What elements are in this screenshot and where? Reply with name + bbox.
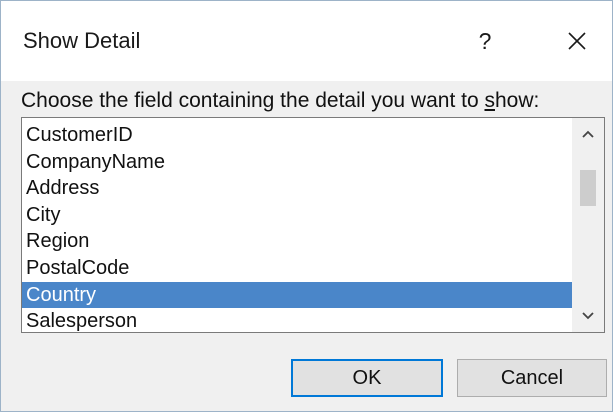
prompt-text: Choose the field containing the detail y… [21, 89, 485, 112]
chevron-up-icon [582, 130, 594, 138]
list-item[interactable]: CustomerID [22, 122, 572, 149]
prompt-accelerator: s [484, 89, 495, 112]
list-item[interactable]: CompanyName [22, 149, 572, 176]
scroll-up-button[interactable] [572, 118, 604, 150]
listbox-scrollbar[interactable] [572, 118, 604, 332]
cancel-button[interactable]: Cancel [457, 359, 607, 397]
field-listbox[interactable]: CustomerID CompanyName Address City Region Po… [21, 117, 605, 333]
field-prompt-label: Choose the field containing the detail y… [21, 89, 539, 113]
scroll-down-button[interactable] [572, 300, 604, 332]
close-button[interactable] [561, 25, 593, 57]
title-bar: Show Detail ? [1, 1, 612, 81]
show-detail-dialog: Show Detail ? Choose the field containin… [0, 0, 613, 412]
list-item[interactable]: City [22, 202, 572, 229]
list-item[interactable]: Salesperson [22, 308, 572, 332]
field-list-items: CustomerID CompanyName Address City Region Po… [22, 122, 572, 332]
list-item[interactable]: Country [22, 281, 572, 309]
list-item[interactable]: PostalCode [22, 255, 572, 282]
list-item[interactable]: Region [22, 228, 572, 255]
close-icon [568, 32, 586, 50]
list-item[interactable]: Address [22, 175, 572, 202]
help-button[interactable]: ? [471, 25, 499, 57]
chevron-down-icon [582, 312, 594, 320]
scroll-thumb[interactable] [580, 169, 596, 206]
prompt-text-end: how: [494, 89, 540, 112]
dialog-title: Show Detail [23, 28, 141, 53]
ok-button[interactable]: OK [291, 359, 443, 397]
